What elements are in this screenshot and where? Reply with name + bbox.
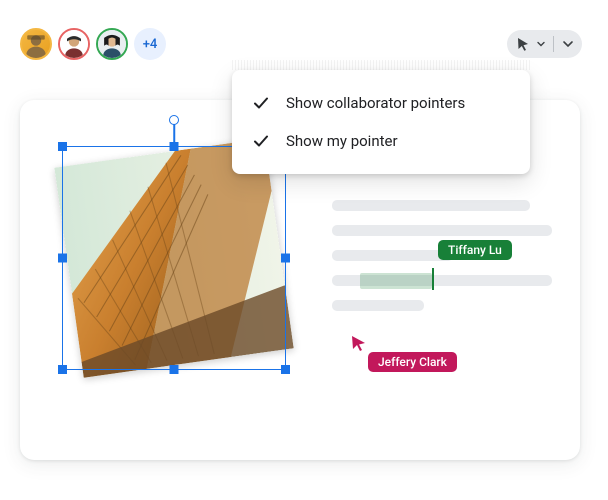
avatar[interactable] [20,28,52,60]
selected-image[interactable] [62,146,286,370]
resize-handle-sw[interactable] [58,365,67,374]
divider [553,36,554,52]
menu-item-label: Show collaborator pointers [286,94,465,112]
resize-handle-se[interactable] [281,365,290,374]
resize-handle-e[interactable] [281,254,290,263]
selection-frame [62,146,286,370]
avatar[interactable] [58,28,90,60]
collaborator-name: Tiffany Lu [448,243,502,257]
collaborator-tag: Jeffery Clark [368,352,457,372]
check-icon [252,94,270,112]
collaborator-name: Jeffery Clark [378,355,447,369]
menu-item-show-collaborator-pointers[interactable]: Show collaborator pointers [232,84,530,122]
text-line [332,250,453,261]
chevron-down-icon [537,40,545,48]
resize-handle-s[interactable] [170,365,179,374]
rotation-handle[interactable] [169,115,179,125]
collaborator-avatars: +4 [20,28,166,60]
menu-item-label: Show my pointer [286,132,398,150]
check-icon [252,132,270,150]
avatar-overflow[interactable]: +4 [134,28,166,60]
text-placeholder-block [332,200,552,325]
avatar-overflow-label: +4 [143,37,158,52]
resize-handle-nw[interactable] [58,142,67,151]
menu-item-show-my-pointer[interactable]: Show my pointer [232,122,530,160]
avatar[interactable] [96,28,128,60]
resize-handle-n[interactable] [170,142,179,151]
chevron-down-icon[interactable] [562,38,574,50]
collaborator-pointer [350,334,368,352]
resize-handle-w[interactable] [58,254,67,263]
collaborator-text-cursor [432,268,434,290]
collaborator-text-selection [360,273,432,289]
cursor-tool-button[interactable] [507,30,582,58]
cursor-icon [515,36,531,52]
pointer-options-menu: Show collaborator pointers Show my point… [232,70,530,174]
text-line [332,300,424,311]
text-line [332,225,552,236]
collaborator-tag: Tiffany Lu [438,240,512,260]
text-line [332,200,530,211]
